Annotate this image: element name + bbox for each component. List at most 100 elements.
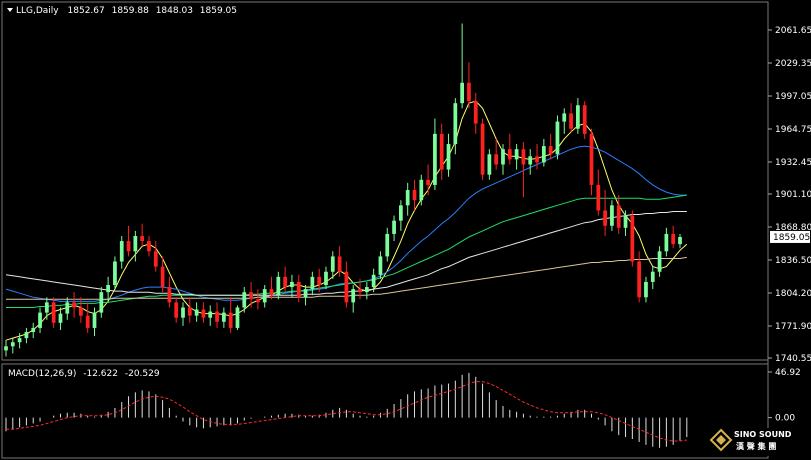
chevron-down-icon[interactable] [7,8,13,12]
main-panel-border [1,1,769,361]
macd-tick-label: 46.92 [775,368,801,378]
low-value: 1848.03 [156,6,193,16]
candle [262,285,267,308]
candle [514,144,519,170]
candle [113,256,117,290]
candle [446,133,451,177]
candle [351,285,356,313]
candle [569,103,573,132]
current-price-marker: 1859.05 [770,230,810,243]
candle [364,281,369,300]
candle [610,200,614,231]
candle [140,223,145,247]
price-tick-label: 1901.10 [775,190,811,200]
sino-sound-logo: SINO SOUND 漢 聲 集 團 [706,428,806,456]
chart-header: LLG,Daily 1852.67 1859.88 1848.03 1859.0… [7,6,237,16]
candle [576,98,580,134]
candle [405,182,410,216]
candle [344,261,349,308]
candle [208,305,213,326]
candle [507,133,512,165]
candle [596,169,601,216]
candle [167,276,172,308]
symbol-label: LLG,Daily [16,6,59,16]
candle [562,108,567,134]
candle [385,227,390,262]
candle [310,271,315,296]
candle [65,297,70,320]
candle [630,210,635,267]
trading-chart[interactable]: 2061.65 2029.35 1997.05 1964.75 1932.45 1901.… [0,0,811,460]
candle [187,297,192,323]
candle [4,340,8,357]
candle [24,327,29,344]
price-tick-label: 1771.90 [775,322,811,332]
price-tick-label: 1997.05 [775,92,811,102]
candle [535,144,539,170]
svg-text:1859.05: 1859.05 [773,233,810,243]
candle [276,271,281,300]
candle [487,149,492,180]
candle [290,274,294,298]
price-tick-label: 1740.55 [775,354,811,364]
logo-line1: SINO SOUND [734,430,792,439]
candle [38,307,42,334]
candle [174,297,179,323]
candle [392,215,396,242]
price-tick-label: 1804.20 [775,289,811,299]
candle [330,251,335,279]
candle [637,251,642,303]
candle [398,200,403,231]
macd-tick-label: 0.00 [775,414,795,424]
candle [541,138,546,167]
candle [31,322,36,339]
price-tick-label: 1836.50 [775,256,811,266]
candle [678,233,682,249]
candle [51,297,56,328]
candle [603,190,607,236]
candle [473,92,478,134]
candle [296,274,301,303]
candle [215,302,219,328]
candle [201,302,206,323]
macd-main-value: -12.622 [83,369,118,379]
candle [119,235,124,269]
candlesticks [4,23,682,357]
candle [439,123,444,180]
candle [582,101,587,139]
candle [221,307,226,328]
candle [467,62,471,109]
svg-text:LLG,Daily 1852.67: LLG,Daily 1852.67 1859.88 1848.03 1859.0… [16,6,237,16]
candle [480,118,485,180]
price-tick-label: 1932.45 [775,158,811,168]
macd-header: MACD(12,26,9) -12.622 -20.529 [8,369,160,379]
candle [133,230,138,262]
candle [650,266,655,290]
candle [58,307,63,330]
candle [153,241,158,272]
candle [235,305,240,330]
candle [460,23,465,109]
price-tick-label: 1964.75 [775,125,811,135]
candle [303,285,308,306]
candle [228,297,233,334]
candle [256,289,260,310]
macd-indicator: 46.920.00-33.30 [5,368,804,456]
price-axis: 2061.65 2029.35 1997.05 1964.75 1932.45 1901.… [768,26,811,364]
candle [249,281,253,308]
candle [378,251,383,279]
candle [657,246,662,277]
candle [194,302,199,322]
candle [72,292,76,318]
candle [671,225,676,249]
candle [147,235,151,257]
candle [589,128,594,196]
candle [664,227,669,257]
logo-line2: 漢 聲 集 團 [736,441,776,451]
candle [85,302,90,334]
candle [92,307,97,337]
close-value: 1859.05 [200,6,237,16]
candle [555,115,560,160]
candle [548,133,553,160]
macd-label: MACD(12,26,9) [8,369,76,379]
